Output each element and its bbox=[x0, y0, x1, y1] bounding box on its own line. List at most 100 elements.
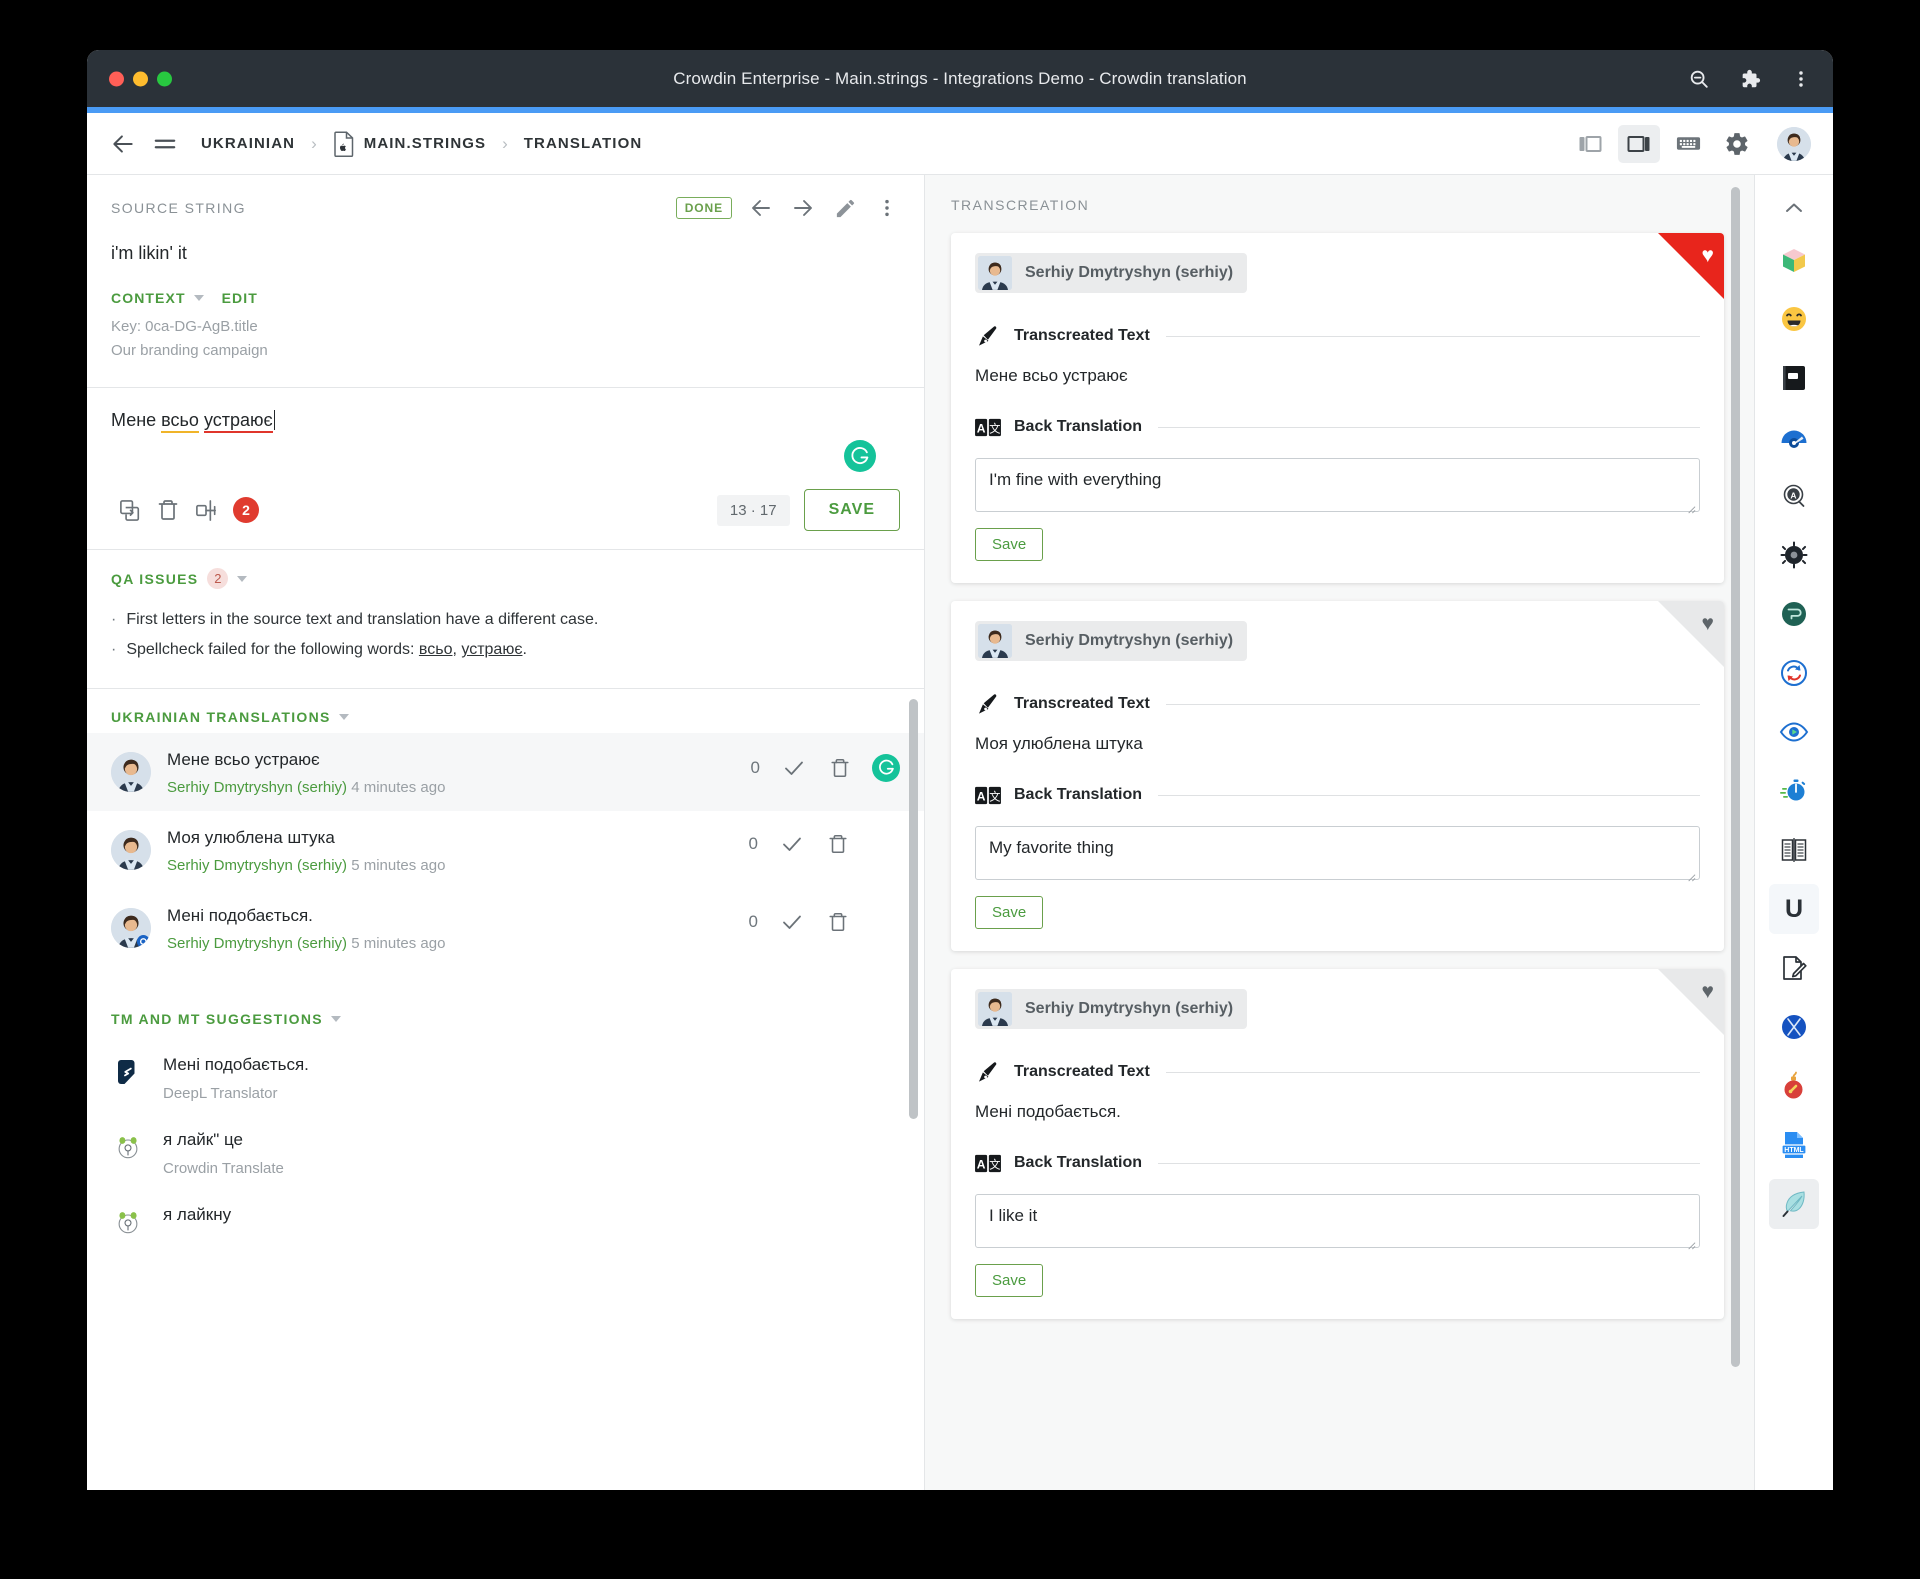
underline-u-icon[interactable]: U bbox=[1769, 884, 1819, 934]
qa-issues-list: · First letters in the source text and t… bbox=[111, 605, 900, 666]
context-toggle[interactable]: CONTEXT bbox=[111, 290, 186, 306]
layout-two-pane-icon[interactable] bbox=[1569, 125, 1611, 163]
edit-note-icon[interactable] bbox=[1769, 943, 1819, 993]
translation-row[interactable]: Мені подобається. Serhiy Dmytryshyn (ser… bbox=[87, 889, 924, 967]
translation-row[interactable]: Моя улюблена штука Serhiy Dmytryshyn (se… bbox=[87, 811, 924, 889]
layout-three-pane-icon[interactable] bbox=[1618, 124, 1660, 163]
chevron-down-icon[interactable] bbox=[237, 575, 248, 582]
previous-string-icon[interactable] bbox=[748, 195, 774, 221]
delete-trash-icon[interactable] bbox=[826, 910, 850, 934]
back-translation-input[interactable] bbox=[975, 1194, 1700, 1248]
grammarly-icon[interactable] bbox=[844, 440, 876, 472]
approve-check-icon[interactable] bbox=[780, 910, 804, 934]
more-vertical-icon[interactable] bbox=[874, 195, 900, 221]
favorite-corner[interactable]: ♥ bbox=[1658, 233, 1724, 299]
compare-columns-icon[interactable] bbox=[1769, 825, 1819, 875]
hamburger-menu-icon[interactable] bbox=[147, 126, 183, 162]
chevron-up-icon[interactable] bbox=[1782, 191, 1806, 225]
tag-label-icon[interactable] bbox=[1769, 589, 1819, 639]
heart-icon[interactable]: ♥ bbox=[1702, 245, 1714, 266]
suggestions-header[interactable]: TM AND MT SUGGESTIONS bbox=[87, 991, 924, 1027]
search-letter-icon[interactable]: A bbox=[1769, 471, 1819, 521]
heart-icon[interactable]: ♥ bbox=[1702, 981, 1714, 1002]
suggestion-item[interactable]: я лайкну bbox=[87, 1191, 924, 1253]
delete-trash-icon[interactable] bbox=[828, 756, 852, 780]
speedometer-icon[interactable] bbox=[1769, 412, 1819, 462]
editor-token-3: устраює bbox=[203, 410, 273, 433]
copy-source-icon[interactable] bbox=[111, 494, 149, 526]
heart-icon[interactable]: ♥ bbox=[1702, 613, 1714, 634]
translation-author[interactable]: Serhiy Dmytryshyn (serhiy) bbox=[167, 935, 347, 952]
translation-input[interactable]: Мене всьо устраює bbox=[87, 388, 299, 433]
approve-check-icon[interactable] bbox=[782, 756, 806, 780]
breadcrumb-file[interactable]: MAIN.STRINGS bbox=[364, 135, 486, 152]
chevron-down-icon[interactable] bbox=[193, 295, 204, 301]
translation-row[interactable]: Мене всьо устраює Serhiy Dmytryshyn (ser… bbox=[87, 732, 924, 811]
author-chip[interactable]: Serhiy Dmytryshyn (serhiy) bbox=[975, 621, 1248, 661]
context-edit-button[interactable]: EDIT bbox=[222, 290, 258, 306]
approve-check-icon[interactable] bbox=[780, 832, 804, 856]
delete-trash-icon[interactable] bbox=[826, 832, 850, 856]
qa-issues-header[interactable]: QA ISSUES 2 bbox=[111, 568, 900, 589]
source-string-header: SOURCE STRING DONE bbox=[87, 175, 924, 227]
back-arrow-icon[interactable] bbox=[105, 126, 141, 162]
dictionary-book-icon[interactable] bbox=[1769, 353, 1819, 403]
feather-quill-icon[interactable] bbox=[1769, 1179, 1819, 1229]
sync-refresh-icon[interactable] bbox=[1769, 648, 1819, 698]
translation-author[interactable]: Serhiy Dmytryshyn (serhiy) bbox=[167, 779, 347, 796]
minimize-window-button[interactable] bbox=[133, 71, 148, 86]
fountain-pen-icon bbox=[975, 1059, 1001, 1085]
settings-gear-icon[interactable] bbox=[1716, 125, 1758, 163]
virus-gear-icon[interactable] bbox=[1769, 530, 1819, 580]
translation-meta: Serhiy Dmytryshyn (serhiy) 5 minutes ago bbox=[167, 857, 748, 874]
extensions-puzzle-icon[interactable] bbox=[1738, 67, 1762, 91]
author-chip[interactable]: Serhiy Dmytryshyn (serhiy) bbox=[975, 989, 1248, 1029]
avatar[interactable] bbox=[1777, 126, 1811, 161]
author-name: Serhiy Dmytryshyn (serhiy) bbox=[1025, 264, 1234, 281]
next-string-icon[interactable] bbox=[790, 195, 816, 221]
clear-translation-icon[interactable] bbox=[149, 494, 187, 526]
suggestion-item[interactable]: я лайк" це Crowdin Translate bbox=[87, 1116, 924, 1191]
back-translation-input[interactable] bbox=[975, 826, 1700, 880]
qa-issue-text: Spellcheck failed for the following word… bbox=[126, 641, 527, 659]
issues-count-badge[interactable]: 2 bbox=[233, 497, 259, 523]
left-panel-scrollbar[interactable] bbox=[909, 698, 918, 1119]
compare-icon[interactable] bbox=[187, 494, 225, 526]
transcreation-panel: TRANSCREATION ♥ Serhiy Dmytryshyn (serhi… bbox=[925, 175, 1755, 1490]
translations-header[interactable]: UKRAINIAN TRANSLATIONS bbox=[87, 689, 924, 725]
breadcrumb-language[interactable]: UKRAINIAN bbox=[201, 135, 295, 152]
maximize-window-button[interactable] bbox=[157, 71, 172, 86]
suggestion-item[interactable]: Мені подобається. DeepL Translator bbox=[87, 1041, 924, 1116]
close-window-button[interactable] bbox=[109, 71, 124, 86]
back-translation-input[interactable] bbox=[975, 458, 1700, 512]
author-chip[interactable]: Serhiy Dmytryshyn (serhiy) bbox=[975, 253, 1248, 293]
x-circle-icon[interactable] bbox=[1769, 1002, 1819, 1052]
chevron-down-icon[interactable] bbox=[330, 1015, 341, 1022]
favorite-corner[interactable]: ♥ bbox=[1658, 969, 1724, 1035]
emoji-smile-icon[interactable] bbox=[1769, 294, 1819, 344]
keyboard-shortcuts-icon[interactable] bbox=[1667, 125, 1709, 163]
transcreated-text-label: Transcreated Text bbox=[1014, 1063, 1150, 1080]
chevron-down-icon[interactable] bbox=[338, 713, 349, 720]
transcreation-card: ♥ Serhiy Dmytryshyn (serhiy) Transcreate… bbox=[951, 969, 1724, 1319]
status-badge[interactable]: DONE bbox=[675, 197, 732, 219]
author-name: Serhiy Dmytryshyn (serhiy) bbox=[1025, 632, 1234, 649]
edit-pencil-icon[interactable] bbox=[832, 195, 858, 221]
save-button[interactable]: Save bbox=[975, 1264, 1044, 1297]
save-button[interactable]: Save bbox=[975, 896, 1044, 929]
glossary-box-icon[interactable] bbox=[1769, 235, 1819, 285]
right-panel-scrollbar[interactable] bbox=[1731, 187, 1740, 1367]
bomb-icon[interactable] bbox=[1769, 1061, 1819, 1111]
fountain-pen-icon bbox=[975, 691, 1001, 717]
save-button[interactable]: SAVE bbox=[803, 489, 900, 531]
grammarly-icon[interactable] bbox=[872, 753, 900, 782]
save-button[interactable]: Save bbox=[975, 528, 1044, 561]
preview-eye-icon[interactable] bbox=[1769, 707, 1819, 757]
translation-author[interactable]: Serhiy Dmytryshyn (serhiy) bbox=[167, 857, 347, 874]
transcreation-card: ♥ Serhiy Dmytryshyn (serhiy) Transcreate… bbox=[951, 601, 1724, 951]
html-file-icon[interactable]: HTML bbox=[1769, 1120, 1819, 1170]
stopwatch-icon[interactable] bbox=[1769, 766, 1819, 816]
browser-menu-icon[interactable] bbox=[1789, 67, 1813, 91]
zoom-out-icon[interactable] bbox=[1687, 67, 1711, 91]
favorite-corner[interactable]: ♥ bbox=[1658, 601, 1724, 667]
